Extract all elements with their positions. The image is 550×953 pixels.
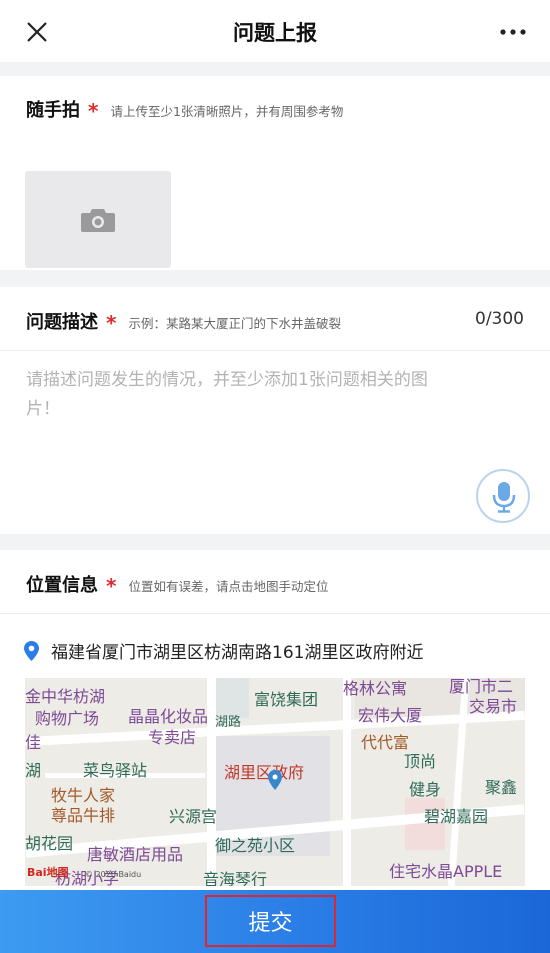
camera-icon (81, 209, 115, 232)
nav-bar: 问题上报 (0, 0, 550, 62)
map-label: 厦门市二 (449, 678, 514, 696)
map-label: 碧湖嘉园 (424, 807, 489, 826)
map-road (343, 678, 351, 886)
description-hint: 示例：某路某大厦正门的下水井盖破裂 (128, 316, 341, 331)
required-mark: * (88, 99, 99, 123)
map-label: 顶尚 (404, 752, 437, 771)
map-label: 胡花园 (25, 834, 74, 853)
map-marker-icon (268, 770, 282, 790)
map-label: 晶晶化妆品 (128, 707, 209, 726)
photo-section: 随手拍 * 请上传至少1张清晰照片，并有周围参考物 (0, 76, 550, 270)
map-label: 菜鸟驿站 (83, 761, 148, 780)
map-label: 尊品牛排 (51, 806, 116, 825)
map-label: 宏伟大厦 (358, 706, 423, 725)
map-label: 唐敏酒店用品 (87, 845, 184, 864)
map-copyright: © 2020 Baidu (85, 870, 142, 879)
address-row[interactable]: 福建省厦门市湖里区枋湖南路161湖里区政府附近 (24, 638, 423, 663)
microphone-icon (492, 482, 516, 513)
map-label: 代代富 (361, 733, 410, 752)
map-label: 住宅水晶APPLE (389, 862, 503, 881)
map-label: 健身 (409, 780, 442, 799)
map-label: 金中华枋湖 (25, 687, 106, 706)
description-header: 问题描述 * 示例：某路某大厦正门的下水井盖破裂 (26, 308, 341, 335)
location-hint: 位置如有误差，请点击地图手动定位 (128, 579, 329, 594)
char-counter: 0/300 (475, 309, 524, 329)
page-title: 问题上报 (233, 21, 317, 45)
map-label: 专卖店 (148, 728, 197, 747)
map-label: 湖 (25, 761, 42, 780)
map-label: 购物广场 (35, 709, 100, 728)
map-label: 湖路 (215, 715, 242, 730)
location-pin-icon (24, 640, 39, 661)
map-view[interactable]: 金中华枋湖 购物广场 佳 湖 晶晶化妆品 专卖店 富饶集团 格林公寓 厦门市二 … (25, 678, 525, 886)
footer-bar: 提交 (0, 890, 550, 953)
required-mark: * (106, 574, 117, 598)
map-label: 御之苑小区 (215, 836, 296, 855)
photo-hint: 请上传至少1张清晰照片，并有周围参考物 (110, 104, 344, 119)
more-icon[interactable] (498, 22, 528, 42)
map-block (215, 678, 249, 718)
map-label: 牧牛人家 (51, 786, 116, 805)
map-label: 兴源宫 (169, 807, 218, 826)
location-section: 位置信息 * 位置如有误差，请点击地图手动定位 福建省厦门市湖里区枋湖南路161… (0, 550, 550, 890)
address-text: 福建省厦门市湖里区枋湖南路161湖里区政府附近 (51, 643, 424, 663)
map-label: 湖里区政府 (224, 763, 305, 782)
map-label: 交易市 (469, 697, 518, 716)
divider (0, 350, 550, 351)
voice-input-button[interactable] (476, 469, 530, 523)
add-photo-button[interactable] (25, 171, 171, 268)
description-section: 问题描述 * 示例：某路某大厦正门的下水井盖破裂 0/300 请描述问题发生的情… (0, 287, 550, 534)
submit-button[interactable]: 提交 (205, 895, 336, 947)
photo-title: 随手拍 (26, 100, 80, 121)
map-label: 格林公寓 (343, 679, 408, 698)
map-logo: Bai地图 (27, 866, 69, 879)
map-label: 音海琴行 (203, 870, 268, 887)
location-title: 位置信息 (26, 575, 98, 596)
description-textarea[interactable]: 请描述问题发生的情况，并至少添加1张问题相关的图片！ (26, 366, 446, 424)
divider (0, 613, 550, 614)
required-mark: * (106, 311, 117, 335)
location-header: 位置信息 * 位置如有误差，请点击地图手动定位 (26, 571, 329, 598)
map-label: 聚鑫 (485, 778, 518, 797)
description-title: 问题描述 (26, 312, 98, 333)
map-label: 富饶集团 (254, 690, 319, 709)
map-label: 佳 (25, 733, 42, 752)
photo-header: 随手拍 * 请上传至少1张清晰照片，并有周围参考物 (26, 96, 344, 123)
